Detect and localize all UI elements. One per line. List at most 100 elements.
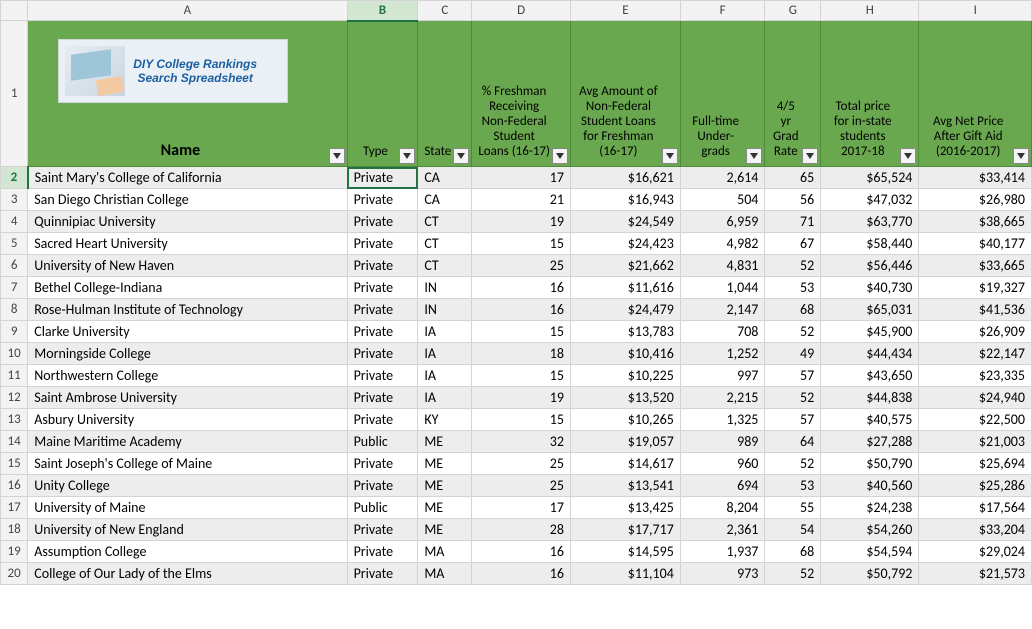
row-header-19[interactable]: 19	[1, 541, 28, 563]
cell-G5[interactable]: 67	[765, 233, 821, 255]
cell-I4[interactable]: $38,665	[919, 211, 1032, 233]
row-header-5[interactable]: 5	[1, 233, 28, 255]
cell-A8[interactable]: Rose-Hulman Institute of Technology	[28, 299, 347, 321]
cell-H3[interactable]: $47,032	[821, 189, 919, 211]
cell-A11[interactable]: Northwestern College	[28, 365, 347, 387]
cell-D3[interactable]: 21	[472, 189, 571, 211]
cell-D18[interactable]: 28	[472, 519, 571, 541]
cell-B12[interactable]: Private	[347, 387, 418, 409]
row-header-13[interactable]: 13	[1, 409, 28, 431]
cell-A13[interactable]: Asbury University	[28, 409, 347, 431]
filter-button-type[interactable]	[399, 148, 415, 164]
cell-A15[interactable]: Saint Joseph's College of Maine	[28, 453, 347, 475]
cell-E7[interactable]: $11,616	[570, 277, 680, 299]
filter-button-ft[interactable]	[746, 148, 762, 164]
cell-D7[interactable]: 16	[472, 277, 571, 299]
filter-button-avg[interactable]	[662, 148, 678, 164]
cell-E13[interactable]: $10,265	[570, 409, 680, 431]
header-cell-price[interactable]: Total price for in-state students 2017-1…	[821, 21, 919, 167]
cell-F10[interactable]: 1,252	[680, 343, 765, 365]
cell-F20[interactable]: 973	[680, 563, 765, 585]
cell-B2[interactable]: Private	[347, 167, 418, 189]
cell-I11[interactable]: $23,335	[919, 365, 1032, 387]
cell-C16[interactable]: ME	[418, 475, 472, 497]
cell-H20[interactable]: $50,792	[821, 563, 919, 585]
cell-F7[interactable]: 1,044	[680, 277, 765, 299]
cell-G13[interactable]: 57	[765, 409, 821, 431]
cell-E5[interactable]: $24,423	[570, 233, 680, 255]
cell-I17[interactable]: $17,564	[919, 497, 1032, 519]
cell-H14[interactable]: $27,288	[821, 431, 919, 453]
cell-F6[interactable]: 4,831	[680, 255, 765, 277]
column-header-A[interactable]: A	[28, 1, 347, 21]
header-cell-avg[interactable]: Avg Amount of Non-Federal Student Loans …	[570, 21, 680, 167]
cell-A2[interactable]: Saint Mary's College of California	[28, 167, 347, 189]
cell-D10[interactable]: 18	[472, 343, 571, 365]
row-header-9[interactable]: 9	[1, 321, 28, 343]
cell-I8[interactable]: $41,536	[919, 299, 1032, 321]
cell-B11[interactable]: Private	[347, 365, 418, 387]
cell-A16[interactable]: Unity College	[28, 475, 347, 497]
cell-H2[interactable]: $65,524	[821, 167, 919, 189]
cell-H17[interactable]: $24,238	[821, 497, 919, 519]
spreadsheet-grid[interactable]: ABCDEFGHI1DIY College RankingsSearch Spr…	[0, 0, 1032, 585]
cell-D11[interactable]: 15	[472, 365, 571, 387]
header-cell-ft[interactable]: Full-time Under-grads	[680, 21, 765, 167]
header-cell-type[interactable]: Type	[347, 21, 418, 167]
cell-I12[interactable]: $24,940	[919, 387, 1032, 409]
cell-H9[interactable]: $45,900	[821, 321, 919, 343]
cell-B15[interactable]: Private	[347, 453, 418, 475]
cell-D14[interactable]: 32	[472, 431, 571, 453]
cell-D6[interactable]: 25	[472, 255, 571, 277]
cell-G10[interactable]: 49	[765, 343, 821, 365]
cell-H15[interactable]: $50,790	[821, 453, 919, 475]
cell-B8[interactable]: Private	[347, 299, 418, 321]
row-header-6[interactable]: 6	[1, 255, 28, 277]
cell-E8[interactable]: $24,479	[570, 299, 680, 321]
cell-B5[interactable]: Private	[347, 233, 418, 255]
cell-H12[interactable]: $44,838	[821, 387, 919, 409]
cell-A4[interactable]: Quinnipiac University	[28, 211, 347, 233]
select-all-corner[interactable]	[1, 1, 28, 21]
cell-D12[interactable]: 19	[472, 387, 571, 409]
column-header-D[interactable]: D	[472, 1, 571, 21]
cell-B10[interactable]: Private	[347, 343, 418, 365]
cell-C15[interactable]: ME	[418, 453, 472, 475]
cell-D8[interactable]: 16	[472, 299, 571, 321]
cell-D5[interactable]: 15	[472, 233, 571, 255]
cell-B7[interactable]: Private	[347, 277, 418, 299]
cell-B6[interactable]: Private	[347, 255, 418, 277]
cell-A12[interactable]: Saint Ambrose University	[28, 387, 347, 409]
cell-A20[interactable]: College of Our Lady of the Elms	[28, 563, 347, 585]
row-header-2[interactable]: 2	[1, 167, 28, 189]
header-cell-pct[interactable]: % Freshman Receiving Non-Federal Student…	[472, 21, 571, 167]
cell-F8[interactable]: 2,147	[680, 299, 765, 321]
cell-C9[interactable]: IA	[418, 321, 472, 343]
cell-E18[interactable]: $17,717	[570, 519, 680, 541]
cell-E19[interactable]: $14,595	[570, 541, 680, 563]
cell-A19[interactable]: Assumption College	[28, 541, 347, 563]
cell-C19[interactable]: MA	[418, 541, 472, 563]
filter-button-price[interactable]	[900, 148, 916, 164]
column-header-H[interactable]: H	[821, 1, 919, 21]
cell-B3[interactable]: Private	[347, 189, 418, 211]
row-header-1[interactable]: 1	[1, 21, 28, 167]
cell-A9[interactable]: Clarke University	[28, 321, 347, 343]
cell-A18[interactable]: University of New England	[28, 519, 347, 541]
cell-H11[interactable]: $43,650	[821, 365, 919, 387]
row-header-20[interactable]: 20	[1, 563, 28, 585]
cell-G11[interactable]: 57	[765, 365, 821, 387]
cell-H19[interactable]: $54,594	[821, 541, 919, 563]
row-header-8[interactable]: 8	[1, 299, 28, 321]
cell-I6[interactable]: $33,665	[919, 255, 1032, 277]
cell-G16[interactable]: 53	[765, 475, 821, 497]
cell-G17[interactable]: 55	[765, 497, 821, 519]
column-header-E[interactable]: E	[570, 1, 680, 21]
cell-C11[interactable]: IA	[418, 365, 472, 387]
cell-C17[interactable]: ME	[418, 497, 472, 519]
cell-H5[interactable]: $58,440	[821, 233, 919, 255]
column-header-I[interactable]: I	[919, 1, 1032, 21]
cell-I7[interactable]: $19,327	[919, 277, 1032, 299]
cell-B16[interactable]: Private	[347, 475, 418, 497]
cell-A5[interactable]: Sacred Heart University	[28, 233, 347, 255]
